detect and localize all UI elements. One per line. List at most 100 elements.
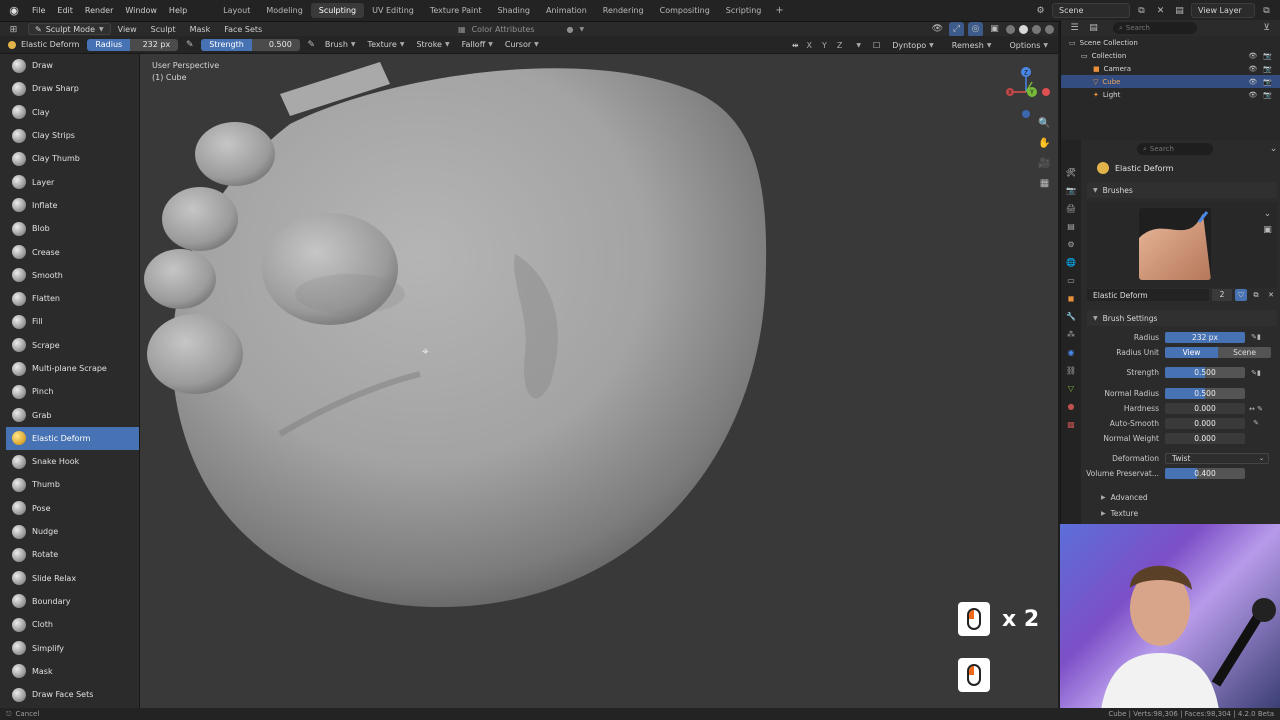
menu-face-sets[interactable]: Face Sets — [217, 25, 269, 34]
grid-view-icon[interactable]: ▦ — [1037, 176, 1052, 191]
outliner-item-light[interactable]: ✦ Light 👁 📷 — [1061, 88, 1280, 101]
pen-pressure-icon[interactable]: ✎ — [182, 37, 197, 52]
strength-field[interactable]: 0.500 — [1165, 367, 1245, 379]
menu-sculpt[interactable]: Sculpt — [144, 25, 183, 34]
zoom-icon[interactable]: 🔍 — [1037, 116, 1052, 131]
tab-modeling[interactable]: Modeling — [258, 3, 310, 18]
menu-help[interactable]: Help — [163, 6, 193, 15]
chevron-down-icon[interactable]: ⌄ — [1260, 206, 1275, 221]
auto-smooth-field[interactable]: 0.000 — [1165, 417, 1245, 429]
outliner-item-camera[interactable]: ■ Camera 👁 📷 — [1061, 62, 1280, 75]
strength-slider[interactable]: Strength 0.500 — [201, 38, 300, 51]
overlay-toggle-icon[interactable]: ◎ — [968, 21, 983, 37]
brush-tool-fill[interactable]: Fill — [6, 310, 139, 333]
mode-selector[interactable]: ✎ Sculpt Mode ▼ — [28, 23, 111, 35]
pen-pressure-icon[interactable]: ✎ — [304, 37, 319, 52]
scene-selector[interactable]: Scene — [1052, 3, 1130, 18]
particles-tab-icon[interactable]: ⁂ — [1065, 328, 1077, 340]
object-tab-icon[interactable]: ◼ — [1065, 292, 1077, 304]
hardness-field[interactable]: 0.000 — [1165, 403, 1245, 415]
texture-dropdown[interactable]: Texture ▼ — [362, 40, 411, 49]
output-tab-icon[interactable]: 🖨 — [1065, 202, 1077, 214]
filter-icon[interactable]: ⊻ — [1259, 21, 1274, 36]
eye-icon[interactable]: 👁 — [1248, 65, 1257, 73]
tab-layout[interactable]: Layout — [215, 3, 258, 18]
view-layer-selector[interactable]: View Layer — [1191, 3, 1255, 18]
texture-panel-header[interactable]: ▶ Texture — [1083, 505, 1280, 521]
camera-render-icon[interactable]: 📷 — [1263, 65, 1272, 73]
new-scene-icon[interactable]: ⧉ — [1134, 3, 1149, 18]
brush-tool-rotate[interactable]: Rotate — [6, 543, 139, 566]
symmetry-dropdown[interactable]: ▼ — [850, 42, 867, 49]
brush-tool-pose[interactable]: Pose — [6, 497, 139, 520]
radius-unit-view[interactable]: View — [1165, 346, 1218, 358]
deformation-select[interactable]: Twist ⌄ — [1165, 453, 1269, 465]
pan-hand-icon[interactable]: ✋ — [1037, 136, 1052, 151]
brush-preview[interactable] — [1139, 208, 1211, 280]
brush-tool-pinch[interactable]: Pinch — [6, 380, 139, 403]
brush-tool-boundary[interactable]: Boundary — [6, 590, 139, 613]
volume-preservation-field[interactable]: 0.400 — [1165, 468, 1245, 480]
modifier-tab-icon[interactable]: 🔧 — [1065, 310, 1077, 322]
pen-pressure-icon[interactable]: ✎▮ — [1245, 333, 1267, 341]
brush-tool-simplify[interactable]: Simplify — [6, 636, 139, 659]
world-tab-icon[interactable]: 🌐 — [1065, 256, 1077, 268]
menu-file[interactable]: File — [26, 6, 51, 15]
material-tab-icon[interactable]: ● — [1065, 400, 1077, 412]
brush-tool-slide-relax[interactable]: Slide Relax — [6, 567, 139, 590]
tab-scripting[interactable]: Scripting — [718, 3, 770, 18]
brush-tool-smooth[interactable]: Smooth — [6, 264, 139, 287]
brush-tool-draw-face-sets[interactable]: Draw Face Sets — [6, 683, 139, 706]
new-view-layer-icon[interactable]: ⧉ — [1259, 3, 1274, 18]
menu-render[interactable]: Render — [79, 6, 119, 15]
eye-icon[interactable]: 👁 — [1248, 52, 1257, 60]
brush-tool-layer[interactable]: Layer — [6, 170, 139, 193]
radius-slider[interactable]: Radius 232 px — [87, 38, 179, 51]
tool-tab-icon[interactable]: 🛠 — [1065, 166, 1077, 178]
tab-compositing[interactable]: Compositing — [652, 3, 718, 18]
outliner-item-scene-collection[interactable]: ▭ Scene Collection — [1061, 36, 1280, 49]
stroke-dropdown[interactable]: Stroke ▼ — [410, 40, 455, 49]
tab-rendering[interactable]: Rendering — [595, 3, 652, 18]
image-icon[interactable]: ▣ — [1260, 222, 1275, 237]
menu-mask[interactable]: Mask — [183, 25, 218, 34]
brush-tool-flatten[interactable]: Flatten — [6, 287, 139, 310]
wireframe-shading-icon[interactable] — [1006, 24, 1015, 34]
tab-sculpting[interactable]: Sculpting — [310, 3, 365, 18]
menu-window[interactable]: Window — [119, 6, 163, 15]
unlink-icon[interactable]: ✕ — [1265, 289, 1277, 301]
solid-shading-icon[interactable] — [1019, 24, 1028, 34]
falloff-dropdown[interactable]: Falloff ▼ — [456, 40, 499, 49]
pen-pressure-icon[interactable]: ✎▮ — [1245, 369, 1267, 377]
invert-arrows-icon[interactable]: ↔ ✎ — [1245, 405, 1267, 413]
navigation-gizmo[interactable]: Z X Y — [1002, 62, 1052, 122]
axis-x-toggle[interactable]: X — [805, 41, 814, 50]
remesh-dropdown[interactable]: Remesh ▼ — [946, 41, 998, 50]
brush-tool-multi-plane-scrape[interactable]: Multi-plane Scrape — [6, 357, 139, 380]
brush-tool-clay[interactable]: Clay — [6, 101, 139, 124]
rendered-shading-icon[interactable] — [1045, 24, 1054, 34]
brush-tool-nudge[interactable]: Nudge — [6, 520, 139, 543]
tab-texture-paint[interactable]: Texture Paint — [422, 3, 490, 18]
brush-users-count[interactable]: 2 — [1212, 289, 1232, 301]
options-dropdown[interactable]: Options ▼ — [1004, 41, 1055, 50]
color-attributes-label[interactable]: Color Attributes — [472, 25, 535, 34]
data-tab-icon[interactable]: ▽ — [1065, 382, 1077, 394]
collection-tab-icon[interactable]: ▭ — [1065, 274, 1077, 286]
menu-view[interactable]: View — [111, 25, 144, 34]
tab-shading[interactable]: Shading — [489, 3, 538, 18]
brush-tool-mask[interactable]: Mask — [6, 660, 139, 683]
snapping-icon[interactable]: ● — [566, 25, 573, 34]
axis-y-toggle[interactable]: Y — [820, 41, 829, 50]
camera-render-icon[interactable]: 📷 — [1263, 78, 1272, 86]
brush-tool-snake-hook[interactable]: Snake Hook — [6, 450, 139, 473]
normal-radius-field[interactable]: 0.500 — [1165, 388, 1245, 400]
radius-unit-scene[interactable]: Scene — [1218, 346, 1271, 358]
brush-tool-draw[interactable]: Draw — [6, 54, 139, 77]
advanced-panel-header[interactable]: ▶ Advanced — [1083, 489, 1280, 505]
brush-tool-blob[interactable]: Blob — [6, 217, 139, 240]
dyntopo-dropdown[interactable]: Dyntopo ▼ — [886, 41, 940, 50]
editor-type-icon[interactable]: ⊞ — [6, 22, 21, 37]
brush-tool-cloth[interactable]: Cloth — [6, 613, 139, 636]
outliner-search[interactable]: ⌕ Search — [1113, 22, 1197, 34]
